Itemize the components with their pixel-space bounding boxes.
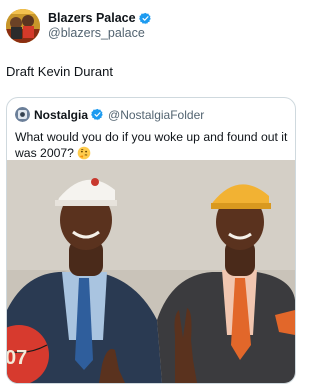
tweet-header: Blazers Palace @blazers_palace xyxy=(6,9,152,43)
verified-badge-icon xyxy=(138,12,151,25)
quoted-author-name: Nostalgia xyxy=(34,107,89,122)
tweet-text: Draft Kevin Durant xyxy=(6,64,113,79)
author-handle[interactable]: @blazers_palace xyxy=(48,26,152,41)
verified-badge-icon xyxy=(91,108,103,121)
thinking-face-emoji xyxy=(78,146,91,160)
author-name[interactable]: Blazers Palace xyxy=(48,11,136,26)
quoted-author-avatar xyxy=(15,107,30,122)
quoted-tweet-card[interactable]: Nostalgia @NostalgiaFolder What would yo… xyxy=(6,97,296,384)
quoted-author-handle: @NostalgiaFolder xyxy=(108,107,205,122)
quoted-tweet-text: What would you do if you woke up and fou… xyxy=(15,130,288,160)
quoted-tweet-header: Nostalgia @NostalgiaFolder xyxy=(15,107,204,122)
draft-photo[interactable]: 07 xyxy=(7,160,295,383)
basketball-text: 07 xyxy=(7,347,27,369)
author-avatar[interactable] xyxy=(6,9,40,43)
